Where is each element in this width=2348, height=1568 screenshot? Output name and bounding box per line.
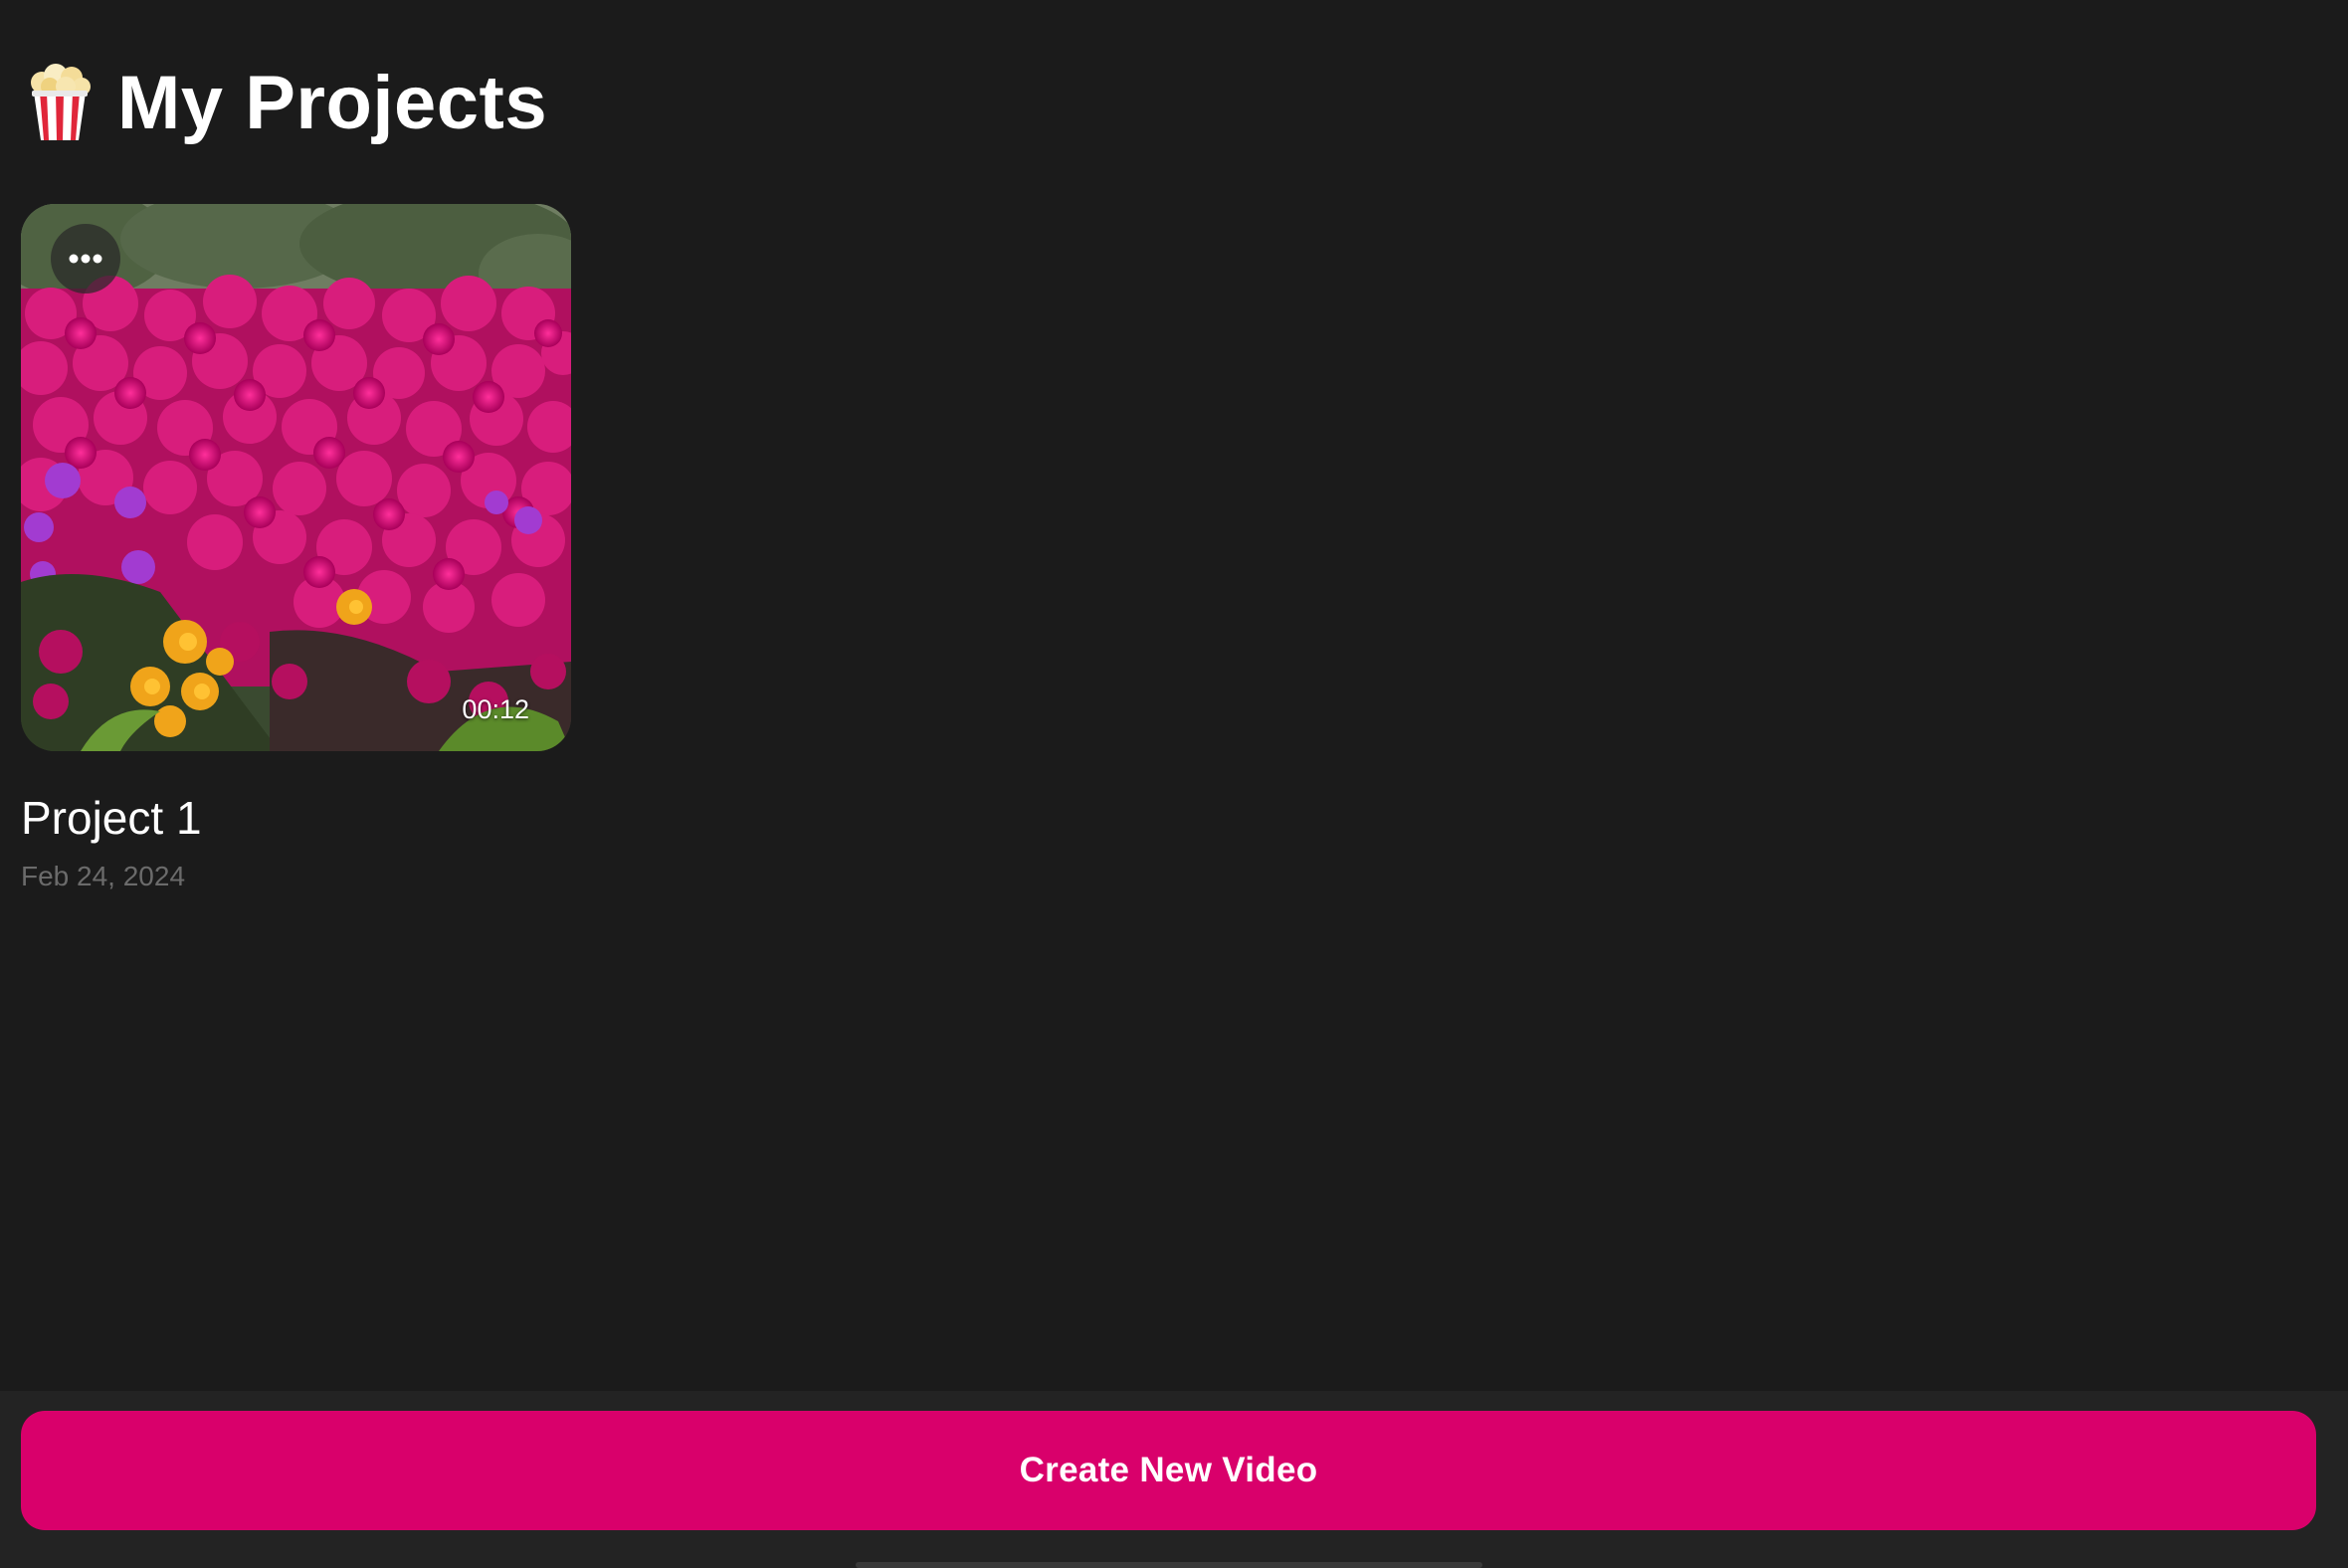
project-card[interactable]: 00:12 Project 1 Feb 24, 2024 [21, 204, 571, 892]
project-name: Project 1 [21, 792, 202, 844]
project-thumbnail[interactable]: 00:12 [21, 204, 571, 751]
page-title: My Projects [117, 60, 548, 145]
page-header: My Projects [28, 58, 547, 147]
bottom-bar: Create New Video [0, 1391, 2348, 1568]
ellipsis-icon [69, 254, 102, 264]
create-new-video-button[interactable]: Create New Video [21, 1411, 2316, 1530]
projects-screen: My Projects 00:12 Project 1 Feb 24, 2024… [0, 0, 2348, 1568]
duration-badge: 00:12 [462, 694, 529, 724]
project-date: Feb 24, 2024 [21, 861, 186, 891]
home-indicator [856, 1562, 1482, 1568]
popcorn-icon [28, 63, 92, 142]
more-options-button[interactable] [51, 224, 120, 294]
